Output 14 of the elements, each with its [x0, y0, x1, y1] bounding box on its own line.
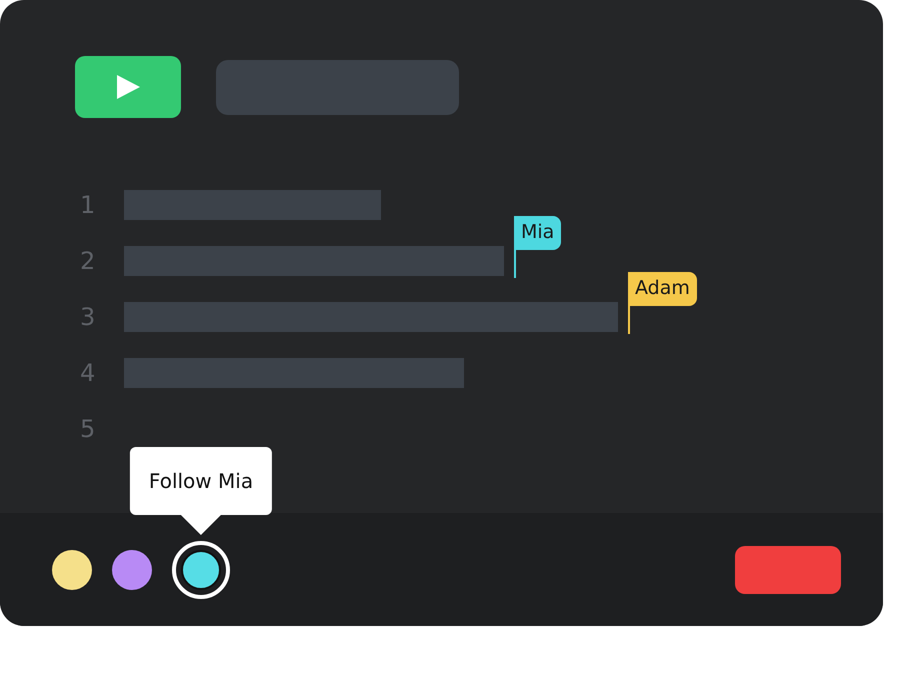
tooltip: Follow Mia [130, 446, 272, 534]
play-icon [115, 74, 141, 100]
participant-avatar[interactable] [112, 550, 152, 590]
line-number: 5 [79, 414, 96, 445]
cursor-line [514, 250, 516, 278]
line-number: 3 [79, 302, 96, 333]
cursor-line [628, 306, 630, 334]
cursor-label: Mia [514, 216, 562, 250]
cursor-label: Adam [628, 272, 697, 306]
stop-button[interactable] [735, 546, 841, 594]
participant-avatar[interactable] [52, 550, 92, 590]
line-number: 2 [79, 246, 96, 277]
line-number: 4 [79, 358, 96, 389]
line-number: 1 [79, 190, 96, 221]
